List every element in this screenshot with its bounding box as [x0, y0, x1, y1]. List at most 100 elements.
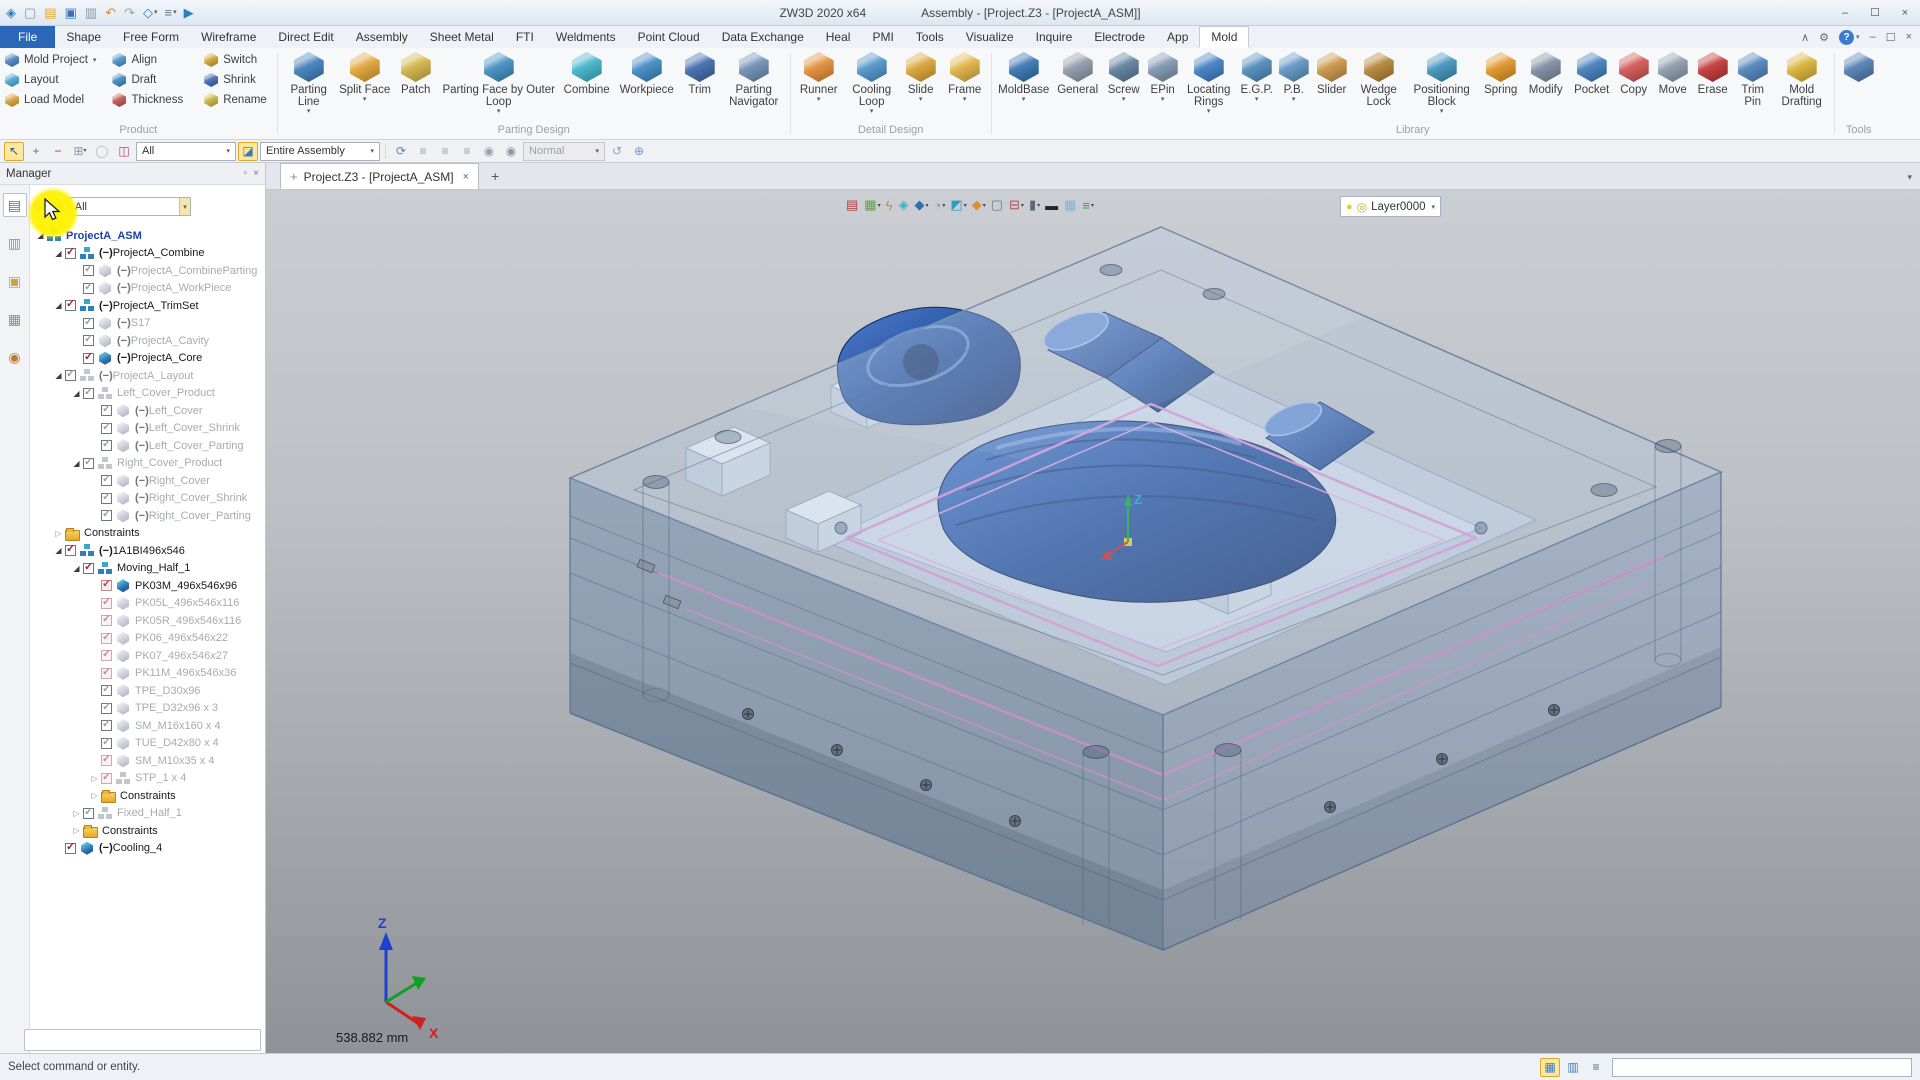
tree-item[interactable]: PK11M_496x546x36: [30, 665, 263, 683]
tree-item[interactable]: STP_1 x 4: [30, 770, 263, 788]
tree-item[interactable]: Constraints: [30, 787, 263, 805]
scope-select[interactable]: Entire Assembly▾: [260, 142, 380, 161]
ribbon-button[interactable]: Slider: [1311, 50, 1353, 104]
ribbon-button[interactable]: Thickness: [110, 93, 190, 107]
visibility-checkbox[interactable]: [65, 370, 76, 381]
ribbon-button[interactable]: Frame ▾: [942, 50, 988, 104]
ribbon-button[interactable]: Align: [110, 53, 190, 67]
ribbon-button[interactable]: Positioning Block ▾: [1405, 50, 1479, 116]
visibility-checkbox[interactable]: [101, 510, 112, 521]
visibility-checkbox[interactable]: [101, 423, 112, 434]
status-input[interactable]: [1612, 1058, 1912, 1077]
float-panel-icon[interactable]: ▫: [244, 168, 248, 179]
ribbon-button[interactable]: Spring: [1479, 50, 1523, 104]
tree-item[interactable]: (−) Right_Cover: [30, 472, 263, 490]
ribbon-tab[interactable]: Data Exchange: [711, 26, 815, 48]
visibility-checkbox[interactable]: [101, 615, 112, 626]
target-icon[interactable]: ⊕: [629, 142, 649, 161]
tree-item[interactable]: TPE_D32x96 x 3: [30, 700, 263, 718]
ribbon-button[interactable]: Wedge Lock: [1353, 50, 1405, 116]
ribbon-button[interactable]: Cooling Loop ▾: [844, 50, 900, 116]
ribbon-button[interactable]: Switch: [202, 53, 273, 67]
doc-restore-icon[interactable]: ☐: [1886, 31, 1896, 44]
ribbon-button[interactable]: Screw ▾: [1103, 50, 1145, 104]
visibility-checkbox[interactable]: [83, 563, 94, 574]
ribbon-button[interactable]: E.G.P. ▾: [1237, 50, 1277, 104]
view-cube-icon[interactable]: ◆▾: [913, 196, 931, 214]
document-tab[interactable]: + Project.Z3 - [ProjectA_ASM] ×: [280, 163, 479, 189]
tree-item[interactable]: (−) Right_Cover_Parting: [30, 507, 263, 525]
ribbon-button[interactable]: EPin ▾: [1145, 50, 1181, 104]
visibility-checkbox[interactable]: [65, 248, 76, 259]
expand-arrow-icon[interactable]: [52, 301, 65, 310]
redo-icon[interactable]: ↷: [124, 6, 136, 19]
align-top-icon[interactable]: ≡: [435, 142, 455, 161]
visibility-checkbox[interactable]: [101, 720, 112, 731]
view-dropdown-icon[interactable]: ◇▾: [143, 6, 158, 19]
list-view-icon[interactable]: ≡: [1586, 1058, 1606, 1077]
tree-item[interactable]: Constraints: [30, 822, 263, 840]
customize-toolbar-icon[interactable]: ≡▾: [165, 6, 177, 19]
visibility-checkbox[interactable]: [83, 353, 94, 364]
ribbon-button[interactable]: Combine: [559, 50, 615, 104]
tree-item[interactable]: PK05L_496x546x116: [30, 595, 263, 613]
pick-filter-icon[interactable]: ⊞▾: [70, 142, 90, 161]
expand-arrow-icon[interactable]: [34, 231, 47, 240]
ribbon-tab[interactable]: Weldments: [545, 26, 627, 48]
undo-icon[interactable]: ↶: [105, 6, 117, 19]
shade-mode-icon[interactable]: ◈: [897, 196, 912, 214]
ribbon-button[interactable]: Modify: [1523, 50, 1569, 104]
ribbon-tab[interactable]: Assembly: [345, 26, 419, 48]
tree-item[interactable]: Fixed_Half_1: [30, 805, 263, 823]
visibility-checkbox[interactable]: [101, 738, 112, 749]
tree-item[interactable]: (−) 1A1BI496x546: [30, 542, 263, 560]
grid-display-icon[interactable]: ▦: [1062, 196, 1079, 214]
ribbon-button[interactable]: Split Face ▾: [337, 50, 393, 104]
tab-file[interactable]: File: [0, 26, 55, 48]
ribbon-button[interactable]: Patch: [393, 50, 439, 104]
expand-arrow-icon[interactable]: [70, 459, 83, 468]
add-entity-icon[interactable]: +: [26, 142, 46, 161]
visibility-checkbox[interactable]: [65, 545, 76, 556]
ribbon-tab[interactable]: PMI: [861, 26, 904, 48]
snap-grid-icon[interactable]: ▦: [1540, 1058, 1560, 1077]
ribbon-tab[interactable]: Electrode: [1083, 26, 1156, 48]
section-clip-icon[interactable]: ◪: [238, 142, 258, 161]
collapse-ribbon-icon[interactable]: ∧: [1801, 31, 1809, 44]
visibility-checkbox[interactable]: [83, 283, 94, 294]
visibility-checkbox[interactable]: [101, 650, 112, 661]
tree-item[interactable]: (−) ProjectA_WorkPiece: [30, 280, 263, 298]
pin-icon[interactable]: ◉: [479, 142, 499, 161]
history-manager-tab-icon[interactable]: ▥: [3, 231, 27, 255]
ribbon-tab[interactable]: Mold: [1199, 26, 1249, 48]
visibility-checkbox[interactable]: [83, 335, 94, 346]
remove-entity-icon[interactable]: −: [48, 142, 68, 161]
ribbon-tab[interactable]: Inquire: [1025, 26, 1084, 48]
tree-item[interactable]: (−) Cooling_4: [30, 840, 263, 858]
visibility-checkbox[interactable]: [101, 633, 112, 644]
ribbon-tab[interactable]: App: [1156, 26, 1199, 48]
ribbon-button[interactable]: Shrink: [202, 73, 273, 87]
tree-item[interactable]: (−) ProjectA_Layout: [30, 367, 263, 385]
expand-arrow-icon[interactable]: [52, 529, 65, 538]
entity-filter-select[interactable]: All▾: [136, 142, 236, 161]
minimize-button[interactable]: –: [1830, 2, 1860, 24]
state-select[interactable]: Normal▾: [523, 142, 605, 161]
new-tab-button[interactable]: +: [491, 168, 499, 184]
expand-arrow-icon[interactable]: [88, 791, 101, 800]
tree-item[interactable]: PK05R_496x546x116: [30, 612, 263, 630]
expand-arrow-icon[interactable]: [52, 249, 65, 258]
expand-arrow-icon[interactable]: [70, 564, 83, 573]
tree-item[interactable]: Moving_Half_1: [30, 560, 263, 578]
visibility-checkbox[interactable]: [101, 405, 112, 416]
doc-minimize-icon[interactable]: –: [1870, 31, 1876, 43]
visibility-checkbox[interactable]: [101, 668, 112, 679]
tree-item[interactable]: (−) ProjectA_TrimSet: [30, 297, 263, 315]
edge-display-icon[interactable]: ▬: [1043, 197, 1061, 214]
tree-item[interactable]: Constraints: [30, 525, 263, 543]
visibility-checkbox[interactable]: [83, 318, 94, 329]
expand-arrow-icon[interactable]: [52, 371, 65, 380]
ribbon-button[interactable]: Copy: [1615, 50, 1653, 104]
settings-gear-icon[interactable]: ⚙: [1819, 31, 1829, 44]
ribbon-button[interactable]: Parting Navigator: [721, 50, 787, 116]
